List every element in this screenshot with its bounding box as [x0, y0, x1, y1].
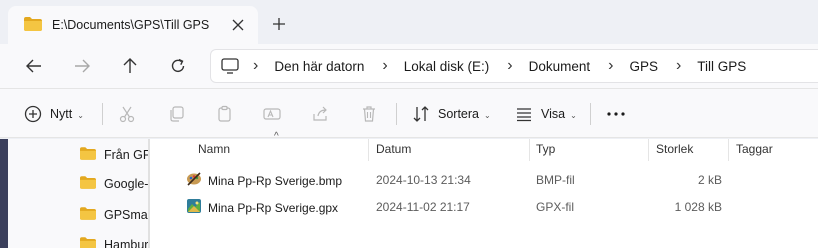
new-tab-button[interactable] — [265, 10, 293, 38]
cut-button[interactable] — [118, 98, 136, 130]
scissors-icon — [119, 106, 135, 123]
rename-icon — [263, 108, 281, 120]
column-divider[interactable] — [368, 139, 369, 161]
sidebar-item-google[interactable]: Google- — [80, 172, 148, 196]
share-icon — [313, 106, 327, 121]
column-header-name[interactable]: Namn — [198, 142, 230, 156]
refresh-button[interactable] — [162, 50, 194, 82]
back-button[interactable] — [18, 50, 50, 82]
chevron-right-icon: › — [253, 57, 259, 74]
share-button[interactable] — [312, 98, 330, 130]
computer-icon — [221, 58, 239, 74]
folder-icon — [80, 237, 96, 248]
sidebar-item-label: Från GPS — [104, 148, 150, 162]
copy-button[interactable] — [167, 98, 185, 130]
more-options-button[interactable] — [606, 98, 626, 130]
sort-button-label: Sortera — [438, 107, 479, 121]
folder-icon — [80, 147, 96, 163]
file-row[interactable]: Mina Pp-Rp Sverige.bmp 2024-10-13 21:34 … — [150, 169, 818, 193]
column-header-date[interactable]: Datum — [376, 142, 411, 156]
file-size: 1 028 kB — [674, 200, 722, 214]
sort-icon — [413, 106, 429, 122]
file-size: 2 kB — [697, 173, 722, 187]
sidebar-item-label: GPSmap — [104, 208, 150, 222]
paste-button[interactable] — [216, 98, 234, 130]
sort-button[interactable]: Sortera ⌄ — [412, 98, 491, 130]
file-list: ^ Namn Datum Typ Storlek Taggar Mina Pp-… — [150, 131, 818, 248]
chevron-right-icon: › — [382, 57, 388, 74]
address-row: › Den här datorn › Lokal disk (E:) › Dok… — [0, 44, 818, 88]
breadcrumb-item[interactable]: GPS — [629, 59, 658, 74]
divider — [102, 103, 103, 125]
file-date: 2024-11-02 21:17 — [376, 200, 470, 214]
divider — [590, 103, 591, 125]
sidebar-item-label: Google- — [104, 177, 149, 191]
file-date: 2024-10-13 21:34 — [376, 173, 471, 187]
breadcrumb-item[interactable]: Lokal disk (E:) — [404, 59, 490, 74]
window-edge — [0, 139, 8, 248]
sidebar-item-fran-gps[interactable]: Från GPS — [80, 143, 150, 167]
folder-icon — [24, 16, 42, 34]
trash-icon — [363, 106, 375, 122]
arrow-right-icon — [75, 59, 90, 73]
paint-image-icon — [186, 171, 202, 190]
arrow-up-icon — [123, 58, 137, 73]
plus-circle-icon — [24, 105, 42, 123]
file-name: Mina Pp-Rp Sverige.bmp — [208, 173, 343, 188]
sidebar-item-hamburg[interactable]: Hamburg — [80, 233, 150, 248]
breadcrumb-item[interactable]: Den här datorn — [274, 59, 364, 74]
address-bar[interactable]: › Den här datorn › Lokal disk (E:) › Dok… — [210, 49, 818, 83]
sidebar-item-gpsmap[interactable]: GPSmap — [80, 203, 150, 227]
up-button[interactable] — [114, 50, 146, 82]
chevron-down-icon: ⌄ — [484, 110, 491, 120]
divider — [396, 103, 397, 125]
plus-icon — [273, 18, 285, 30]
chevron-right-icon: › — [608, 57, 614, 74]
sidebar-item-label: Hamburg — [104, 238, 150, 248]
folder-icon — [80, 207, 96, 223]
chevron-down-icon: ⌄ — [570, 110, 577, 120]
view-button-label: Visa — [541, 107, 566, 121]
breadcrumb-item[interactable]: Till GPS — [697, 59, 746, 74]
sort-ascending-icon: ^ — [274, 131, 279, 142]
column-header-row: ^ Namn Datum Typ Storlek Taggar — [150, 131, 818, 161]
chevron-down-icon: ⌄ — [77, 110, 84, 120]
chevron-right-icon: › — [507, 57, 513, 74]
new-button[interactable]: Nytt ⌄ — [24, 98, 84, 130]
file-name-cell: Mina Pp-Rp Sverige.gpx — [186, 198, 338, 217]
chevron-right-icon: › — [675, 57, 682, 74]
file-type: GPX-fil — [536, 200, 575, 214]
rename-button[interactable] — [263, 98, 281, 130]
tab-strip: E:\Documents\GPS\Till GPS — [0, 0, 818, 44]
column-header-tags[interactable]: Taggar — [736, 142, 773, 156]
command-bar: Nytt ⌄ Sortera ⌄ Visa ⌄ — [0, 88, 818, 138]
view-list-icon — [517, 108, 531, 122]
file-name: Mina Pp-Rp Sverige.gpx — [208, 200, 339, 215]
folder-icon — [80, 176, 96, 192]
new-button-label: Nytt — [50, 107, 73, 121]
forward-button[interactable] — [66, 50, 98, 82]
column-header-size[interactable]: Storlek — [656, 142, 693, 156]
more-icon — [607, 112, 625, 116]
arrow-left-icon — [26, 59, 41, 73]
clipboard-icon — [218, 105, 231, 122]
breadcrumb-item[interactable]: Dokument — [529, 59, 591, 74]
column-divider[interactable] — [728, 139, 729, 161]
column-divider[interactable] — [529, 139, 530, 161]
tab-title: E:\Documents\GPS\Till GPS — [52, 18, 210, 32]
column-divider[interactable] — [648, 139, 649, 161]
file-row[interactable]: Mina Pp-Rp Sverige.gpx 2024-11-02 21:17 … — [150, 196, 818, 220]
delete-button[interactable] — [360, 98, 378, 130]
navigation-pane: Från GPS Google- GPSmap Hamburg — [0, 139, 150, 248]
tab-till-gps[interactable]: E:\Documents\GPS\Till GPS — [8, 6, 258, 44]
file-name-cell: Mina Pp-Rp Sverige.bmp — [186, 171, 342, 190]
view-button[interactable]: Visa ⌄ — [515, 98, 577, 130]
close-icon[interactable] — [224, 11, 252, 39]
copy-icon — [170, 106, 184, 122]
refresh-icon — [171, 58, 185, 72]
column-header-type[interactable]: Typ — [536, 142, 555, 156]
file-type: BMP-fil — [536, 173, 575, 187]
gpx-map-icon — [186, 198, 202, 217]
